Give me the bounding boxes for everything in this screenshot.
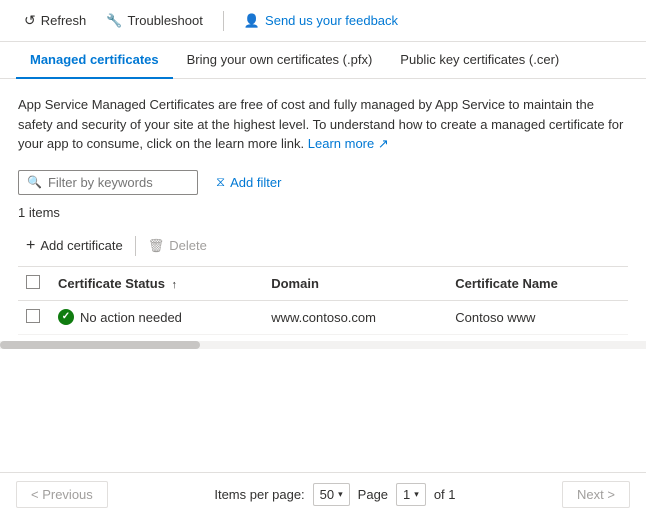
description-text: App Service Managed Certificates are fre… xyxy=(18,95,628,154)
row-cert-name-cell: Contoso www xyxy=(447,300,628,334)
table-container: Certificate Status ↑ Domain Certificate … xyxy=(18,266,628,335)
toolbar-divider xyxy=(223,11,224,31)
troubleshoot-button[interactable]: 🔧 Troubleshoot xyxy=(98,9,211,33)
next-button[interactable]: Next > xyxy=(562,481,630,508)
col-header-domain: Domain xyxy=(263,267,447,301)
tabs-container: Managed certificates Bring your own cert… xyxy=(0,42,646,79)
delete-button[interactable]: 🗑 Delete xyxy=(140,233,215,259)
table-row: No action needed www.contoso.com Contoso… xyxy=(18,300,628,334)
page-label: Page xyxy=(358,487,388,502)
tab-pfx-certificates[interactable]: Bring your own certificates (.pfx) xyxy=(173,42,387,79)
main-content: App Service Managed Certificates are fre… xyxy=(0,79,646,335)
table-header-row: Certificate Status ↑ Domain Certificate … xyxy=(18,267,628,301)
certificates-table: Certificate Status ↑ Domain Certificate … xyxy=(18,267,628,335)
row-status-cell: No action needed xyxy=(50,300,263,334)
previous-nav: < Previous xyxy=(16,481,108,508)
troubleshoot-label: Troubleshoot xyxy=(127,13,202,28)
delete-icon: 🗑 xyxy=(148,238,165,254)
row-checkbox[interactable] xyxy=(26,309,40,323)
add-certificate-button[interactable]: + Add certificate xyxy=(18,232,131,260)
horizontal-scrollbar-track[interactable] xyxy=(0,341,646,349)
tab-cer-certificates[interactable]: Public key certificates (.cer) xyxy=(386,42,573,79)
items-per-page-label: Items per page: xyxy=(214,487,304,502)
page-chevron-down-icon: ▾ xyxy=(414,489,419,500)
feedback-label: Send us your feedback xyxy=(265,13,398,28)
status-cell: No action needed xyxy=(58,309,255,325)
sort-arrow-icon: ↑ xyxy=(172,279,178,291)
learn-more-link[interactable]: Learn more ↗ xyxy=(308,136,389,151)
col-header-status[interactable]: Certificate Status ↑ xyxy=(50,267,263,301)
search-input[interactable] xyxy=(48,175,188,190)
items-count: 1 items xyxy=(18,205,628,220)
of-label: of 1 xyxy=(434,487,456,502)
refresh-icon: ↺ xyxy=(24,12,36,29)
refresh-button[interactable]: ↺ Refresh xyxy=(16,8,94,33)
action-bar: + Add certificate 🗑 Delete xyxy=(18,228,628,264)
next-nav: Next > xyxy=(562,481,630,508)
chevron-down-icon: ▾ xyxy=(338,489,343,500)
refresh-label: Refresh xyxy=(41,13,87,28)
filter-icon: ⧖ xyxy=(216,174,225,190)
horizontal-scrollbar-thumb[interactable] xyxy=(0,341,200,349)
col-header-cert-name: Certificate Name xyxy=(447,267,628,301)
add-icon: + xyxy=(26,237,35,255)
filter-row: 🔍 ⧖ Add filter xyxy=(18,170,628,195)
external-link-icon: ↗ xyxy=(378,136,389,151)
search-icon: 🔍 xyxy=(27,175,42,189)
status-success-icon xyxy=(58,309,74,325)
tab-managed-certificates[interactable]: Managed certificates xyxy=(16,42,173,79)
search-box: 🔍 xyxy=(18,170,198,195)
row-checkbox-cell xyxy=(18,300,50,334)
col-header-checkbox xyxy=(18,267,50,301)
feedback-icon: 👤 xyxy=(244,13,260,29)
row-domain-cell: www.contoso.com xyxy=(263,300,447,334)
feedback-button[interactable]: 👤 Send us your feedback xyxy=(236,9,406,33)
pagination-footer: < Previous Items per page: 50 ▾ Page 1 ▾… xyxy=(0,472,646,516)
toolbar: ↺ Refresh 🔧 Troubleshoot 👤 Send us your … xyxy=(0,0,646,42)
previous-button[interactable]: < Previous xyxy=(16,481,108,508)
add-filter-button[interactable]: ⧖ Add filter xyxy=(208,170,289,194)
page-select[interactable]: 1 ▾ xyxy=(396,483,426,506)
header-checkbox[interactable] xyxy=(26,275,40,289)
pagination-center: Items per page: 50 ▾ Page 1 ▾ of 1 xyxy=(214,483,455,506)
troubleshoot-icon: 🔧 xyxy=(106,13,122,29)
items-per-page-select[interactable]: 50 ▾ xyxy=(313,483,350,506)
action-bar-divider xyxy=(135,236,136,256)
